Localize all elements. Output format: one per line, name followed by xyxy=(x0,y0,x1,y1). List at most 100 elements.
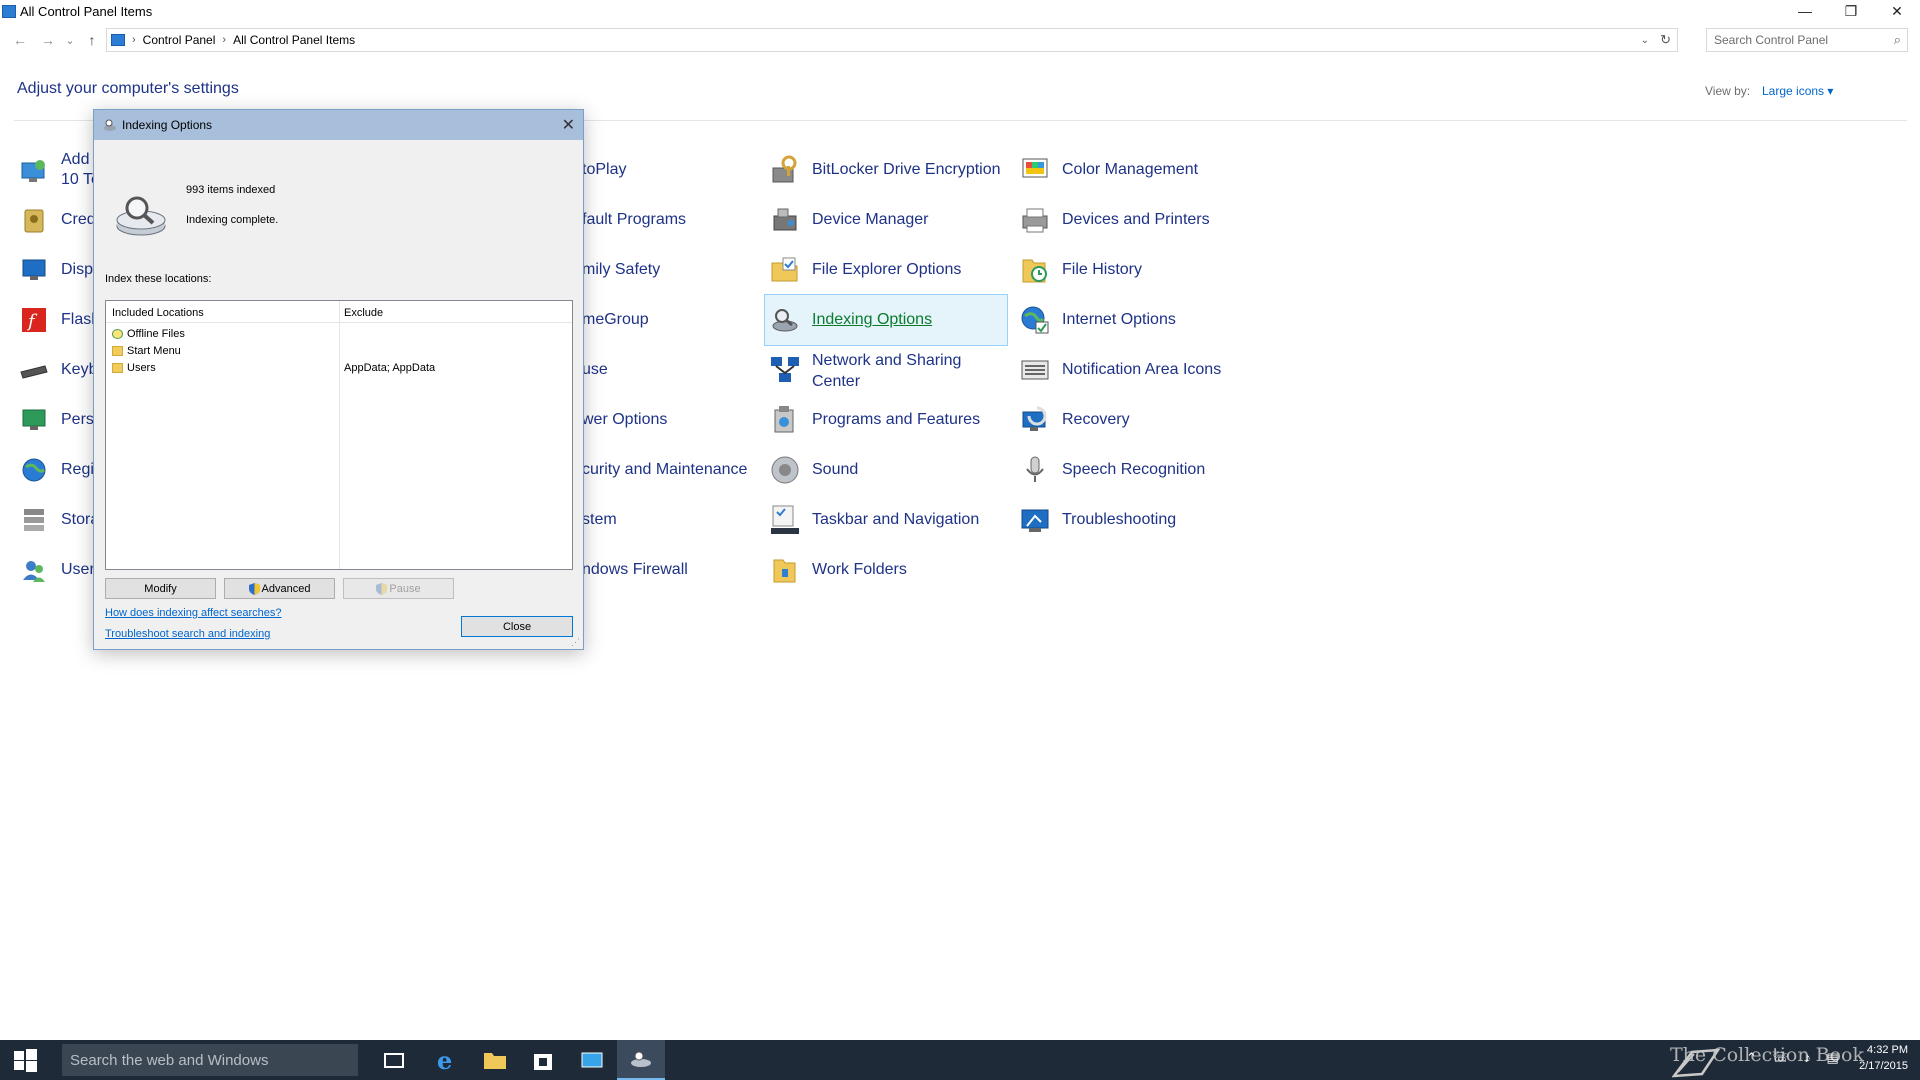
indexing-options-dialog: Indexing Options ✕ 993 items indexed Ind… xyxy=(93,109,584,650)
recovery-icon xyxy=(1019,404,1051,436)
list-item[interactable]: Users AppData; AppData xyxy=(112,359,567,376)
item-troubleshooting[interactable]: Troubleshooting xyxy=(1019,497,1259,543)
item-label: Devices and Printers xyxy=(1062,211,1210,228)
close-button[interactable]: Close xyxy=(461,616,573,637)
breadcrumb-control-panel[interactable]: Control Panel xyxy=(143,33,216,47)
indexing-options-taskbar-button[interactable] xyxy=(617,1040,665,1080)
close-window-button[interactable]: ✕ xyxy=(1874,0,1920,22)
item-recovery[interactable]: Recovery xyxy=(1019,397,1259,443)
item-add-features[interactable]: Add 10 Te xyxy=(18,148,100,194)
file-explorer-button[interactable] xyxy=(471,1040,519,1080)
indexing-options-icon xyxy=(104,119,116,131)
item-label: ndows Firewall xyxy=(582,561,688,578)
devices-printers-icon xyxy=(1019,204,1051,236)
address-bar[interactable]: › Control Panel › All Control Panel Item… xyxy=(106,28,1678,52)
control-panel-icon xyxy=(581,1052,603,1068)
folder-options-icon xyxy=(769,254,801,286)
item-network-sharing-center[interactable]: Network and Sharing Center xyxy=(769,347,1009,397)
advanced-label: Advanced xyxy=(261,582,311,595)
forward-button[interactable]: → xyxy=(38,32,58,48)
item-bitlocker[interactable]: BitLocker Drive Encryption xyxy=(769,147,1009,193)
system-tray-icons[interactable]: ⌃ ☏ ♪ ▤ xyxy=(1746,1050,1845,1066)
taskbar-search-input[interactable]: Search the web and Windows xyxy=(62,1044,358,1076)
item-user-accounts[interactable]: User xyxy=(18,547,98,593)
folder-icon xyxy=(112,345,123,356)
locations-list[interactable]: Included Locations Exclude Offline Files… xyxy=(105,300,573,570)
item-label: Recovery xyxy=(1062,411,1130,428)
notification-area-icon xyxy=(1019,354,1051,386)
task-view-button[interactable] xyxy=(371,1040,419,1080)
item-notification-area-icons[interactable]: Notification Area Icons xyxy=(1019,347,1259,393)
search-icon[interactable]: ⌕ xyxy=(1894,32,1901,48)
indexing-affects-link[interactable]: How does indexing affect searches? xyxy=(105,607,282,619)
item-programs-features[interactable]: Programs and Features xyxy=(769,397,1009,443)
file-history-icon xyxy=(1019,254,1051,286)
column-header-included[interactable]: Included Locations xyxy=(112,307,204,319)
clock-time: 4:32 PM xyxy=(1867,1044,1908,1056)
column-header-exclude[interactable]: Exclude xyxy=(344,307,383,319)
address-dropdown-button[interactable]: ⌄ xyxy=(1641,35,1649,46)
item-credential-manager[interactable]: Cred xyxy=(18,197,98,243)
region-icon xyxy=(18,454,50,486)
title-bar: All Control Panel Items — ❐ ✕ xyxy=(0,0,1920,22)
item-file-explorer-options[interactable]: File Explorer Options xyxy=(769,247,1009,293)
item-personalization[interactable]: Perso xyxy=(18,397,103,443)
recent-locations-button[interactable]: ⌄ xyxy=(60,34,80,47)
breadcrumb-all-items[interactable]: All Control Panel Items xyxy=(233,33,355,47)
item-label: File Explorer Options xyxy=(812,261,962,278)
item-speech-recognition[interactable]: Speech Recognition xyxy=(1019,447,1259,493)
restore-button[interactable]: ❐ xyxy=(1828,0,1874,22)
dialog-title-bar[interactable]: Indexing Options xyxy=(94,110,583,140)
advanced-button[interactable]: Advanced xyxy=(224,578,335,599)
item-region[interactable]: Regi xyxy=(18,447,98,493)
resize-grip-icon[interactable]: ⋰ xyxy=(571,637,581,647)
item-label: Center xyxy=(812,373,861,390)
chevron-right-icon: › xyxy=(222,34,227,46)
user-accounts-icon xyxy=(18,554,50,586)
view-by-dropdown[interactable]: Large icons ▾ xyxy=(1762,84,1833,98)
item-work-folders[interactable]: Work Folders xyxy=(769,547,1009,593)
troubleshoot-link[interactable]: Troubleshoot search and indexing xyxy=(105,628,270,640)
modify-button[interactable]: Modify xyxy=(105,578,216,599)
item-display[interactable]: Disp xyxy=(18,247,98,293)
item-label: Keyb xyxy=(61,361,98,378)
item-label: Internet Options xyxy=(1062,311,1176,328)
item-taskbar-navigation[interactable]: Taskbar and Navigation xyxy=(769,497,1009,543)
store-icon xyxy=(534,1054,552,1070)
start-button[interactable] xyxy=(0,1040,50,1080)
item-devices-printers[interactable]: Devices and Printers xyxy=(1019,197,1259,243)
item-color-management[interactable]: Color Management xyxy=(1019,147,1259,193)
indexing-status: Indexing complete. xyxy=(186,214,279,226)
item-sound[interactable]: Sound xyxy=(769,447,1009,493)
storage-spaces-icon xyxy=(18,504,50,536)
item-file-history[interactable]: File History xyxy=(1019,247,1259,293)
page-title: Adjust your computer's settings xyxy=(17,80,239,97)
item-label: Notification Area Icons xyxy=(1062,361,1222,378)
up-button[interactable]: ↑ xyxy=(82,32,102,48)
minimize-button[interactable]: — xyxy=(1782,0,1828,22)
item-keyboard[interactable]: Keyb xyxy=(18,347,98,393)
item-label: Device Manager xyxy=(812,211,929,228)
shield-icon xyxy=(248,582,260,595)
search-input[interactable]: Search Control Panel ⌕ xyxy=(1706,28,1908,52)
item-label: Disp xyxy=(61,261,94,278)
item-flash-player[interactable]: f Flash xyxy=(18,297,100,343)
item-device-manager[interactable]: Device Manager xyxy=(769,197,1009,243)
item-internet-options[interactable]: Internet Options xyxy=(1019,297,1259,343)
items-indexed-count: 993 items indexed xyxy=(186,184,276,196)
dialog-close-icon[interactable]: ✕ xyxy=(562,115,575,135)
control-panel-taskbar-button[interactable] xyxy=(568,1040,616,1080)
list-item[interactable]: Offline Files xyxy=(112,325,567,342)
pause-button[interactable]: Pause xyxy=(343,578,454,599)
refresh-button[interactable]: ↻ xyxy=(1660,32,1671,48)
item-label: Work Folders xyxy=(812,561,907,578)
item-label: Speech Recognition xyxy=(1062,461,1206,478)
internet-explorer-button[interactable]: e xyxy=(423,1040,471,1080)
item-storage-spaces[interactable]: Stora xyxy=(18,497,99,543)
clock[interactable]: 4:32 PM 2/17/2015 xyxy=(1848,1042,1908,1074)
back-button[interactable]: ← xyxy=(10,32,30,48)
item-indexing-options[interactable]: Indexing Options xyxy=(764,294,1008,346)
list-item[interactable]: Start Menu xyxy=(112,342,567,359)
network-sharing-icon xyxy=(769,354,801,386)
store-button[interactable] xyxy=(519,1040,567,1080)
